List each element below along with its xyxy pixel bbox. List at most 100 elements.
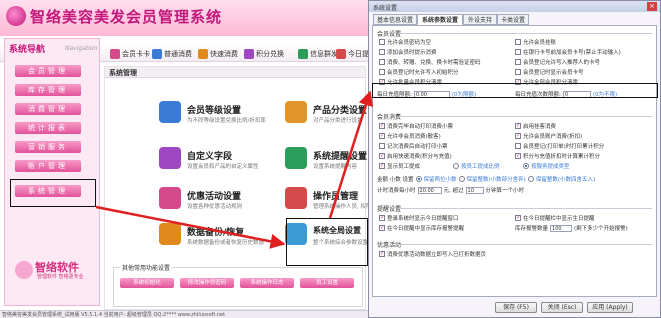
- checkbox[interactable]: [379, 59, 385, 65]
- radio-button[interactable]: [523, 163, 529, 169]
- tile-title: 优惠活动设置: [187, 192, 242, 202]
- stock-alarm-input[interactable]: 100: [550, 224, 573, 232]
- checkbox[interactable]: [379, 143, 385, 149]
- settings-dialog: 系统设置 × 基本信息设置 系统参数设置 外设支持 卡类设置 会员设置 允许会员…: [368, 0, 661, 318]
- nav-item-stock[interactable]: 库存管理: [15, 84, 81, 96]
- checkbox[interactable]: [379, 39, 385, 45]
- tab-card-types[interactable]: 卡类设置: [497, 14, 529, 25]
- checkbox[interactable]: ✓: [515, 153, 521, 159]
- nav-item-consume[interactable]: 消费管理: [15, 103, 81, 115]
- toolbar-button-member-card[interactable]: 会员卡卡: [110, 47, 150, 60]
- opt-staff-commission[interactable]: ✓ 显示员工提成: [379, 162, 420, 170]
- checkbox[interactable]: [515, 143, 521, 149]
- opt-discount-points[interactable]: ✓ 积分与充值折扣时计算累计积分: [515, 152, 600, 160]
- opt-print-points[interactable]: 会员登记(打印单)时打印累计积分: [515, 142, 604, 150]
- opt-show-card-number[interactable]: 会员登记时显示会员卡号: [515, 68, 584, 76]
- opt-prompt-consume[interactable]: 添加会员时提示消费: [379, 48, 437, 56]
- hourly-rate-input[interactable]: 20.00: [417, 186, 442, 194]
- tile-custom-field[interactable]: 自定义字段 设置会员和产品的自定义属性: [159, 147, 287, 177]
- radio-truncate[interactable]: [458, 176, 465, 182]
- checkbox[interactable]: ✓: [379, 153, 385, 159]
- toolbar-button-points-exchange[interactable]: 积分兑换: [244, 47, 284, 60]
- checkbox[interactable]: [515, 49, 521, 55]
- checkbox[interactable]: ✓: [379, 123, 385, 129]
- checkbox[interactable]: [515, 69, 521, 75]
- checkbox[interactable]: ✓: [515, 215, 521, 221]
- nav-item-account[interactable]: 账户管理: [15, 160, 81, 172]
- opt-quick-consume[interactable]: ✓ 启用快速消费(积分与充值): [379, 152, 452, 160]
- tile-desc: 系统数据备份或者恢复历史数据: [187, 240, 265, 246]
- option-label: 登录系统时显示今日提醒窗口: [387, 216, 459, 222]
- staff-settings-button[interactable]: 员工设置: [300, 278, 354, 288]
- checkbox[interactable]: ✓: [379, 215, 385, 221]
- option-label: 消费完毕自动打印消费小票: [387, 124, 454, 130]
- checkbox[interactable]: [515, 39, 521, 45]
- minutes-input[interactable]: 10: [465, 186, 484, 194]
- opt-non-member[interactable]: ✓ 允许非会员消费(散客): [379, 132, 441, 140]
- opt-enable-guest[interactable]: ✓ 启用挂客消费: [515, 122, 556, 130]
- checkbox[interactable]: [379, 69, 385, 75]
- opt-show-remind-window[interactable]: ✓ 登录系统时显示今日提醒窗口: [379, 214, 459, 222]
- toolbar-label: 会员卡卡: [122, 49, 150, 58]
- opt-count-print[interactable]: 记次消费后自动打印小票: [379, 142, 448, 150]
- change-password-button[interactable]: 修改操作员密码: [180, 278, 234, 288]
- checkbox[interactable]: [515, 59, 521, 65]
- system-init-button[interactable]: 系统初始化: [120, 278, 174, 288]
- opt-referrer[interactable]: 会员登记允许写入推荐人的卡号: [515, 58, 600, 66]
- toolbar-button-group-message[interactable]: 信息群发: [298, 47, 338, 60]
- radio-round[interactable]: [527, 176, 534, 182]
- opt-card-prefix[interactable]: 在银行卡号前加会员卡号(禁止手动输入): [515, 48, 621, 56]
- category-icon: [285, 101, 307, 123]
- rounding-setting: 金额 小数 设置 保留两位小数 保留整数(小数部分舍弃) 保留整数(小数四舍五入…: [377, 175, 595, 183]
- close-button[interactable]: 关闭 (Esc): [541, 302, 583, 313]
- tile-data-backup[interactable]: 数据备份/恢复 系统数据备份或者恢复历史数据: [159, 223, 287, 253]
- apply-button[interactable]: 应用 (Apply): [587, 302, 633, 313]
- nav-item-reports[interactable]: 统计报表: [15, 122, 81, 134]
- tile-desc: 设置系统提醒内容: [313, 164, 358, 170]
- tile-desc: 为不同等级设置兑换比例/折扣率: [187, 118, 266, 124]
- checkbox[interactable]: ✓: [515, 123, 521, 129]
- checkbox[interactable]: ✓: [379, 163, 385, 169]
- radio-two-decimals[interactable]: [415, 176, 422, 182]
- save-button[interactable]: 保存 (F5): [495, 302, 537, 313]
- radio-service-type[interactable]: 按服务提成类型: [523, 162, 570, 170]
- dialog-title: 系统设置: [373, 5, 398, 12]
- nav-item-member[interactable]: 会员管理: [15, 65, 81, 77]
- opt-auto-print-receipt[interactable]: ✓ 消费完毕自动打印消费小票: [379, 122, 453, 130]
- tile-promotion[interactable]: 优惠活动设置 设置各种优惠活动规则: [159, 187, 287, 217]
- tile-member-level[interactable]: 会员等级设置 为不同等级设置兑换比例/折扣率: [159, 101, 287, 131]
- section-divider: [399, 208, 652, 209]
- option-label: 允许非会员消费(散客): [387, 134, 441, 140]
- option-label: 添加会员时提示消费: [387, 50, 437, 56]
- option-label: 会员登记(打印单)时打印累计积分: [523, 144, 605, 150]
- tab-peripherals[interactable]: 外设支持: [463, 14, 497, 25]
- checkbox[interactable]: ✓: [515, 133, 521, 139]
- operation-log-button[interactable]: 系统操作日志: [240, 278, 294, 288]
- radio-staff-ratio[interactable]: 按员工提成比例: [453, 162, 500, 170]
- checkbox[interactable]: ✓: [379, 225, 385, 231]
- checkbox[interactable]: ✓: [379, 133, 385, 139]
- tab-system-params[interactable]: 系统参数设置: [417, 14, 463, 25]
- close-icon[interactable]: ×: [647, 2, 657, 11]
- opt-stock-alarm[interactable]: ✓ 在今日提醒中显示库存报警提醒: [379, 224, 464, 232]
- opt-birthday-remind[interactable]: ✓ 在今日提醒栏中显示生日提醒: [515, 214, 595, 222]
- reminder-icon: [285, 147, 307, 169]
- toolbar-button-quick-consume[interactable]: 快速消费: [198, 47, 238, 60]
- opt-allow-empty-password[interactable]: 允许会员密码为空: [379, 38, 431, 46]
- toolbar-button-normal-consume[interactable]: 普通消费: [152, 47, 192, 60]
- tab-basic-info[interactable]: 基本信息设置: [373, 14, 417, 25]
- opt-promo-write[interactable]: ✓ 消费优惠活动数据立即写入已打折数据页: [379, 250, 486, 258]
- opt-initial-points[interactable]: 会员登记时允许写入初始积分: [379, 68, 459, 76]
- checkbox[interactable]: [379, 49, 385, 55]
- opt-allow-credit[interactable]: 允许会员挂账: [515, 38, 556, 46]
- field-label: 分钟算一个小时: [485, 188, 525, 194]
- opt-verify-password[interactable]: 消费、转赠、兑换、换卡时需验证密码: [379, 58, 481, 66]
- tile-title: 操作员管理: [313, 192, 359, 202]
- option-label: 按员工提成比例: [461, 164, 500, 170]
- checkbox[interactable]: ✓: [379, 251, 385, 257]
- option-label: 在银行卡号前加会员卡号(禁止手动输入): [523, 50, 621, 56]
- radio-button[interactable]: [453, 163, 459, 169]
- nav-item-marketing[interactable]: 营销服务: [15, 141, 81, 153]
- section-consume-title: 会员消费: [377, 114, 402, 121]
- opt-member-account[interactable]: ✓ 允许会员账户消费(折扣): [515, 132, 582, 140]
